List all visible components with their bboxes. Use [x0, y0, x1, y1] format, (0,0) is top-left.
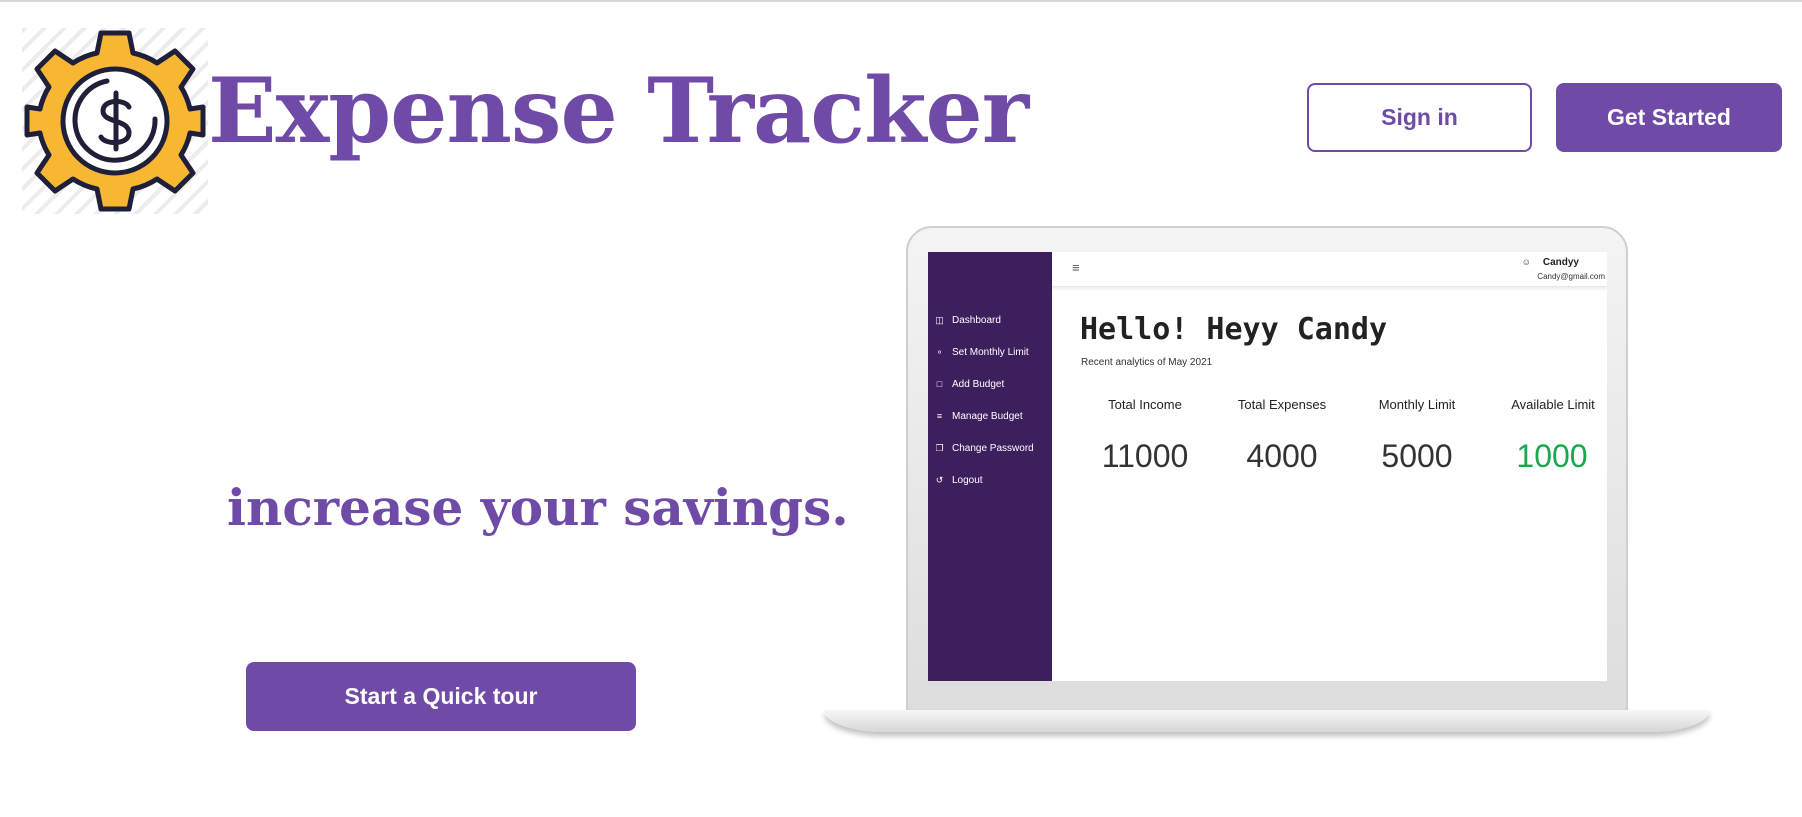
gear-dollar-icon — [24, 30, 206, 212]
stat-value-total-income: 11000 — [1101, 438, 1189, 474]
copy-icon: ❐ — [935, 442, 944, 453]
greeting: Hello! Heyy Candy — [1080, 312, 1388, 347]
sidebar-item-set-monthly-limit: ⚬ Set Monthly Limit — [935, 344, 1029, 360]
laptop-base — [824, 710, 1710, 732]
stat-value-available-limit: 1000 — [1516, 438, 1588, 474]
sidebar-item-add-budget: □ Add Budget — [935, 376, 1004, 392]
dashboard-preview: ◫ Dashboard ⚬ Set Monthly Limit □ Add Bu… — [928, 252, 1607, 681]
hamburger-icon: ≡ — [1072, 260, 1080, 275]
stat-value-total-expenses: 4000 — [1246, 438, 1318, 474]
quick-tour-button[interactable]: Start a Quick tour — [246, 662, 636, 731]
dashboard-icon: ◫ — [935, 314, 944, 325]
stat-label-available-limit: Available Limit — [1511, 397, 1595, 412]
stat-label-total-expenses: Total Expenses — [1237, 397, 1327, 412]
sidebar-item-label: Dashboard — [952, 314, 1001, 326]
sidebar-item-label: Logout — [952, 474, 983, 486]
sidebar-item-manage-budget: ≡ Manage Budget — [935, 408, 1023, 424]
sidebar-item-label: Change Password — [952, 442, 1034, 454]
sidebar-item-change-password: ❐ Change Password — [935, 440, 1034, 456]
sidebar-item-dashboard: ◫ Dashboard — [935, 312, 1001, 328]
user-name: Candyy — [1542, 257, 1579, 268]
stat-label-total-income: Total Income — [1108, 397, 1182, 412]
stat-value-monthly-limit: 5000 — [1381, 438, 1453, 474]
sidebar-item-label: Set Monthly Limit — [952, 346, 1029, 358]
list-icon: ≡ — [936, 410, 943, 421]
sign-in-button[interactable]: Sign in — [1307, 83, 1532, 152]
bell-icon: ⚬ — [935, 346, 944, 357]
top-divider — [0, 0, 1802, 2]
wallet-icon: □ — [936, 378, 943, 389]
user-email: Candy@gmail.com — [1537, 272, 1605, 281]
hero-tagline: increase your savings. — [227, 478, 849, 537]
preview-sidebar: ◫ Dashboard ⚬ Set Monthly Limit □ Add Bu… — [928, 252, 1052, 681]
stat-label-monthly-limit: Monthly Limit — [1378, 397, 1456, 412]
app-title: Expense Tracker — [208, 58, 1029, 164]
logout-icon: ↺ — [935, 474, 944, 485]
sidebar-item-label: Manage Budget — [952, 410, 1023, 422]
user-icon: ☺ — [1521, 257, 1531, 267]
get-started-button[interactable]: Get Started — [1556, 83, 1782, 152]
sidebar-item-label: Add Budget — [952, 378, 1005, 390]
logo — [22, 28, 208, 214]
analytics-subtitle: Recent analytics of May 2021 — [1081, 357, 1213, 368]
sidebar-item-logout: ↺ Logout — [935, 472, 983, 488]
